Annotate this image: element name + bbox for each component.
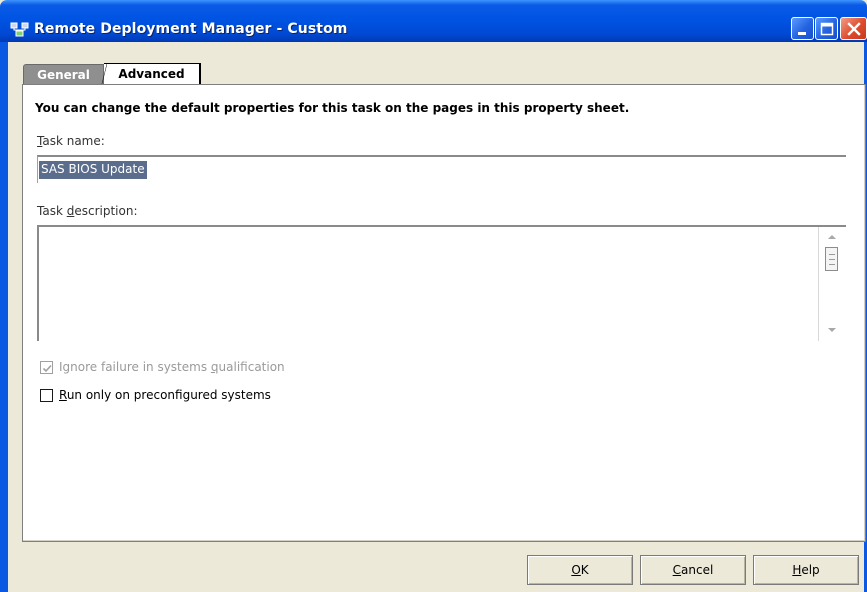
ok-label: K xyxy=(580,563,589,577)
scroll-thumb[interactable] xyxy=(825,247,838,271)
task-name-input[interactable]: SAS BIOS Update xyxy=(37,155,846,183)
close-button[interactable] xyxy=(840,17,867,40)
maximize-icon xyxy=(820,22,834,36)
tab-general[interactable]: General xyxy=(23,64,104,86)
ignore-failure-label-post: ualification xyxy=(218,360,285,374)
tab-advanced-label: Advanced xyxy=(118,67,185,81)
arrow-up-icon[interactable] xyxy=(826,233,838,241)
help-button[interactable]: Help xyxy=(753,555,859,585)
window-frame-left xyxy=(0,42,8,592)
network-deploy-icon xyxy=(10,22,30,38)
run-preconfigured-label[interactable]: Run only on preconfigured systems xyxy=(59,388,271,402)
intro-text: You can change the default properties fo… xyxy=(35,101,630,115)
task-description-label: Task description: xyxy=(37,204,138,218)
ignore-failure-label: Ignore failure in systems qualification xyxy=(59,360,285,374)
task-description-textarea[interactable] xyxy=(37,225,846,341)
task-name-label-text: ask name: xyxy=(42,134,105,148)
maximize-button[interactable] xyxy=(815,17,838,40)
cancel-label: ancel xyxy=(681,563,714,577)
minimize-icon xyxy=(798,32,806,35)
checkmark-icon xyxy=(42,364,52,373)
ok-button[interactable]: OK xyxy=(527,555,633,585)
task-description-label-post: escription: xyxy=(74,204,138,218)
minimize-button[interactable] xyxy=(791,17,814,40)
title-bar[interactable]: Remote Deployment Manager - Custom xyxy=(0,0,867,42)
dialog-window: Remote Deployment Manager - Custom Gener… xyxy=(0,0,867,592)
run-preconfigured-label-post: un only on preconfigured systems xyxy=(66,388,271,402)
help-mnemonic: H xyxy=(792,563,802,577)
ignore-failure-label-pre: Ignore failure in systems xyxy=(59,360,211,374)
cancel-button[interactable]: Cancel xyxy=(640,555,746,585)
description-scrollbar[interactable] xyxy=(818,227,845,341)
tab-general-label: General xyxy=(37,68,90,82)
tab-advanced[interactable]: Advanced xyxy=(101,63,201,87)
task-name-label: Task name: xyxy=(37,134,105,148)
cancel-mnemonic: C xyxy=(672,563,682,577)
help-label: elp xyxy=(801,563,820,577)
window-title: Remote Deployment Manager - Custom xyxy=(34,21,348,37)
ignore-failure-mnemonic: q xyxy=(210,360,219,374)
close-icon xyxy=(847,22,861,36)
ok-mnemonic: O xyxy=(571,563,581,577)
ignore-failure-checkbox xyxy=(40,361,53,374)
run-preconfigured-mnemonic: R xyxy=(59,388,67,402)
run-preconfigured-checkbox[interactable] xyxy=(40,389,53,402)
task-name-value: SAS BIOS Update xyxy=(39,161,147,179)
task-description-label-pre: Task xyxy=(37,204,67,218)
arrow-down-icon[interactable] xyxy=(826,326,838,334)
